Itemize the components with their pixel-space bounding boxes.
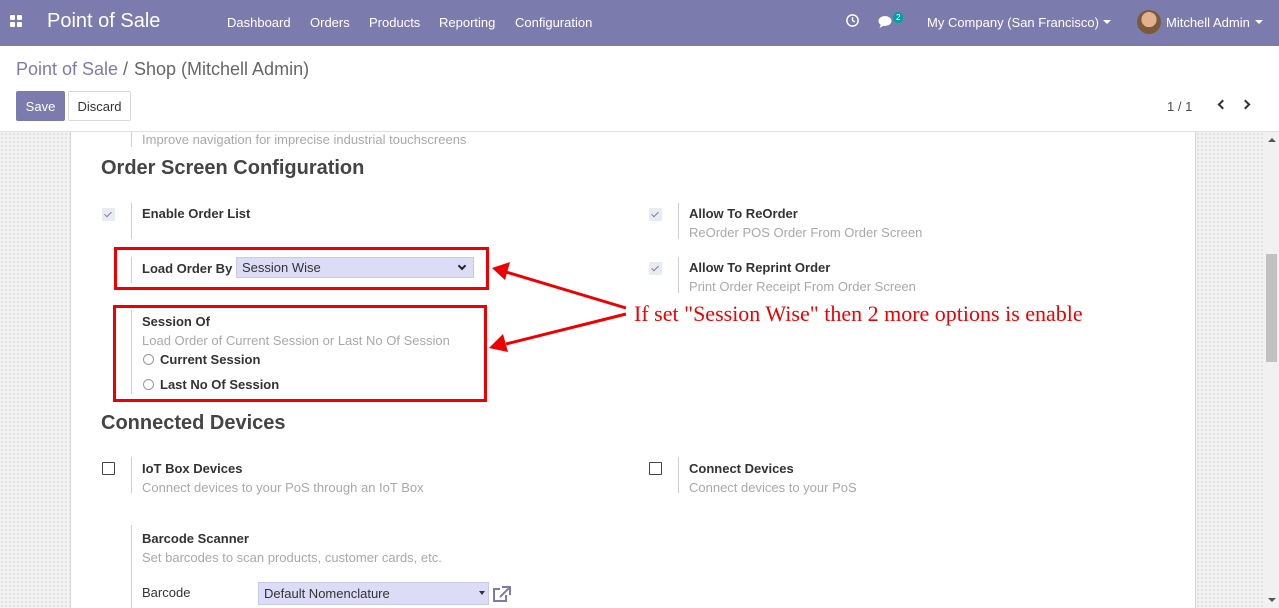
barcode-nomenclature-select[interactable]: Default Nomenclature — [258, 582, 489, 605]
vertical-scrollbar[interactable] — [1264, 132, 1279, 608]
order-screen-section-title: Order Screen Configuration — [101, 157, 365, 179]
company-switcher[interactable]: My Company (San Francisco) — [927, 15, 1099, 30]
scrollbar-thumb[interactable] — [1266, 254, 1277, 362]
top-navbar: Point of Sale Dashboard Orders Products … — [0, 0, 1279, 46]
form-view: Improve navigation for imprecise industr… — [0, 132, 1279, 608]
breadcrumb-parent[interactable]: Point of Sale — [16, 59, 118, 80]
apps-grid-icon[interactable] — [10, 15, 22, 27]
connect-devices-checkbox[interactable] — [649, 462, 662, 475]
breadcrumb-separator: / — [123, 59, 129, 79]
save-button[interactable]: Save — [16, 91, 65, 121]
pager-value: 1 / 1 — [1167, 99, 1193, 114]
scroll-down-icon[interactable] — [1268, 598, 1276, 602]
menu-orders[interactable]: Orders — [310, 15, 350, 30]
enable-order-list-label: Enable Order List — [142, 206, 251, 221]
messages-count-badge: 2 — [893, 12, 904, 23]
allow-reprint-checkbox[interactable] — [649, 262, 662, 275]
session-of-highlight-box — [113, 305, 487, 402]
chat-icon[interactable] — [878, 15, 894, 29]
caret-down-icon — [479, 591, 485, 595]
pager-next-button[interactable] — [1240, 97, 1255, 113]
chevron-down-icon — [1255, 20, 1263, 24]
annotation-text: If set "Session Wise" then 2 more option… — [634, 301, 1083, 326]
iot-box-label: IoT Box Devices — [142, 461, 243, 476]
allow-reprint-help: Print Order Receipt From Order Screen — [689, 279, 916, 294]
barcode-nomenclature-value: Default Nomenclature — [264, 586, 390, 601]
allow-reorder-label: Allow To ReOrder — [689, 206, 798, 221]
load-order-by-highlight-box — [114, 247, 489, 290]
control-panel: Point of Sale / Shop (Mitchell Admin) Sa… — [0, 46, 1279, 132]
menu-products[interactable]: Products — [369, 15, 420, 30]
connected-devices-section-title: Connected Devices — [101, 412, 286, 434]
breadcrumb-current: Shop (Mitchell Admin) — [134, 59, 310, 79]
external-link-icon[interactable] — [492, 586, 511, 603]
barcode-nomenclature-label: Barcode — [142, 585, 191, 600]
barcode-scanner-label: Barcode Scanner — [142, 531, 249, 546]
menu-dashboard[interactable]: Dashboard — [227, 15, 291, 30]
chevron-down-icon — [1103, 20, 1111, 24]
menu-reporting[interactable]: Reporting — [439, 15, 495, 30]
connect-devices-help: Connect devices to your PoS — [689, 480, 857, 495]
pager-previous-button[interactable] — [1215, 97, 1229, 113]
enable-order-list-checkbox[interactable] — [102, 208, 115, 221]
avatar[interactable] — [1137, 10, 1161, 34]
allow-reprint-label: Allow To Reprint Order — [689, 260, 831, 275]
annotation-arrows — [489, 262, 627, 352]
clock-icon[interactable] — [845, 13, 860, 28]
scroll-up-icon[interactable] — [1268, 138, 1276, 142]
chevron-left-icon — [1217, 99, 1228, 110]
user-menu[interactable]: Mitchell Admin — [1166, 15, 1250, 30]
iot-box-checkbox[interactable] — [102, 462, 115, 475]
allow-reorder-help: ReOrder POS Order From Order Screen — [689, 225, 923, 240]
menu-configuration[interactable]: Configuration — [515, 15, 592, 30]
iot-box-help: Connect devices to your PoS through an I… — [142, 480, 424, 495]
allow-reorder-checkbox[interactable] — [649, 208, 662, 221]
barcode-scanner-help: Set barcodes to scan products, customer … — [142, 550, 442, 565]
connect-devices-label: Connect Devices — [689, 461, 794, 476]
touchscreen-help: Improve navigation for imprecise industr… — [142, 132, 467, 147]
discard-button[interactable]: Discard — [68, 91, 131, 121]
app-title[interactable]: Point of Sale — [47, 10, 160, 33]
chevron-right-icon — [1240, 99, 1251, 110]
